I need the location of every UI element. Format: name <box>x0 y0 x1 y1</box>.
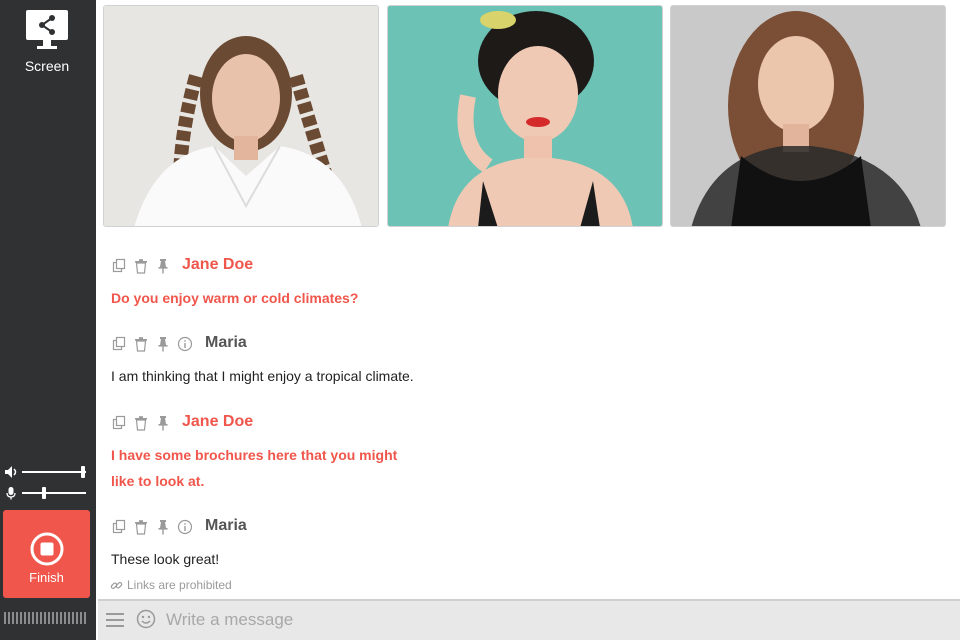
participant-photo <box>671 6 945 226</box>
copy-icon[interactable] <box>111 336 127 352</box>
message-sender: Maria <box>205 334 247 351</box>
copy-icon[interactable] <box>111 415 127 431</box>
mic-slider[interactable] <box>4 486 88 500</box>
info-icon[interactable] <box>177 519 193 535</box>
copy-icon[interactable] <box>111 258 127 274</box>
pin-icon[interactable] <box>155 519 171 535</box>
sidebar-resize-grip <box>4 612 88 624</box>
screen-share-icon <box>26 10 68 49</box>
chat-message: Maria These look great! <box>111 517 451 572</box>
participant-photo <box>388 6 662 226</box>
sidebar: Screen Finish <box>0 0 96 640</box>
info-icon[interactable] <box>177 336 193 352</box>
speaker-icon <box>5 466 17 478</box>
participant-video-1[interactable] <box>103 5 379 227</box>
link-icon <box>110 581 123 589</box>
delete-icon[interactable] <box>133 258 149 274</box>
delete-icon[interactable] <box>133 336 149 352</box>
pin-icon[interactable] <box>155 415 171 431</box>
message-text: I have some brochures here that you migh… <box>111 442 451 494</box>
participant-photo <box>104 6 378 226</box>
mic-track <box>22 492 86 494</box>
participant-video-3[interactable] <box>670 5 946 227</box>
volume-slider[interactable] <box>4 465 88 479</box>
screen-share-button[interactable]: Screen <box>14 8 80 82</box>
message-text: I am thinking that I might enjoy a tropi… <box>111 368 414 384</box>
delete-icon[interactable] <box>133 415 149 431</box>
pin-icon[interactable] <box>155 258 171 274</box>
finish-label: Finish <box>29 570 64 585</box>
stop-icon <box>30 532 63 566</box>
message-sender: Jane Doe <box>182 256 254 273</box>
message-sender: Jane Doe <box>182 413 254 430</box>
volume-thumb[interactable] <box>80 466 85 478</box>
volume-track <box>22 471 86 473</box>
pin-icon[interactable] <box>155 336 171 352</box>
finish-button[interactable]: Finish <box>3 510 90 598</box>
message-text: Do you enjoy warm or cold climates? <box>111 290 359 306</box>
message-sender: Maria <box>205 517 247 534</box>
message-text: These look great! <box>111 551 220 567</box>
chat-message: Jane Doe I have some brochures here that… <box>111 413 451 494</box>
microphone-icon <box>6 487 16 500</box>
message-text-line: like to look at. <box>111 473 205 489</box>
menu-icon[interactable] <box>105 610 125 630</box>
chat-message: Maria I am thinking that I might enjoy a… <box>111 334 451 389</box>
mic-thumb[interactable] <box>42 487 47 499</box>
screen-label: Screen <box>24 58 70 74</box>
chat-message: Jane Doe Do you enjoy warm or cold clima… <box>111 256 451 311</box>
links-notice-text: Links are prohibited <box>127 578 232 592</box>
copy-icon[interactable] <box>111 519 127 535</box>
delete-icon[interactable] <box>133 519 149 535</box>
emoji-icon[interactable] <box>136 609 156 629</box>
message-input[interactable] <box>166 607 946 633</box>
links-notice: Links are prohibited <box>110 578 232 592</box>
participant-video-2[interactable] <box>387 5 663 227</box>
message-text-line: I have some brochures here that you migh… <box>111 447 398 463</box>
message-composer <box>98 599 960 640</box>
